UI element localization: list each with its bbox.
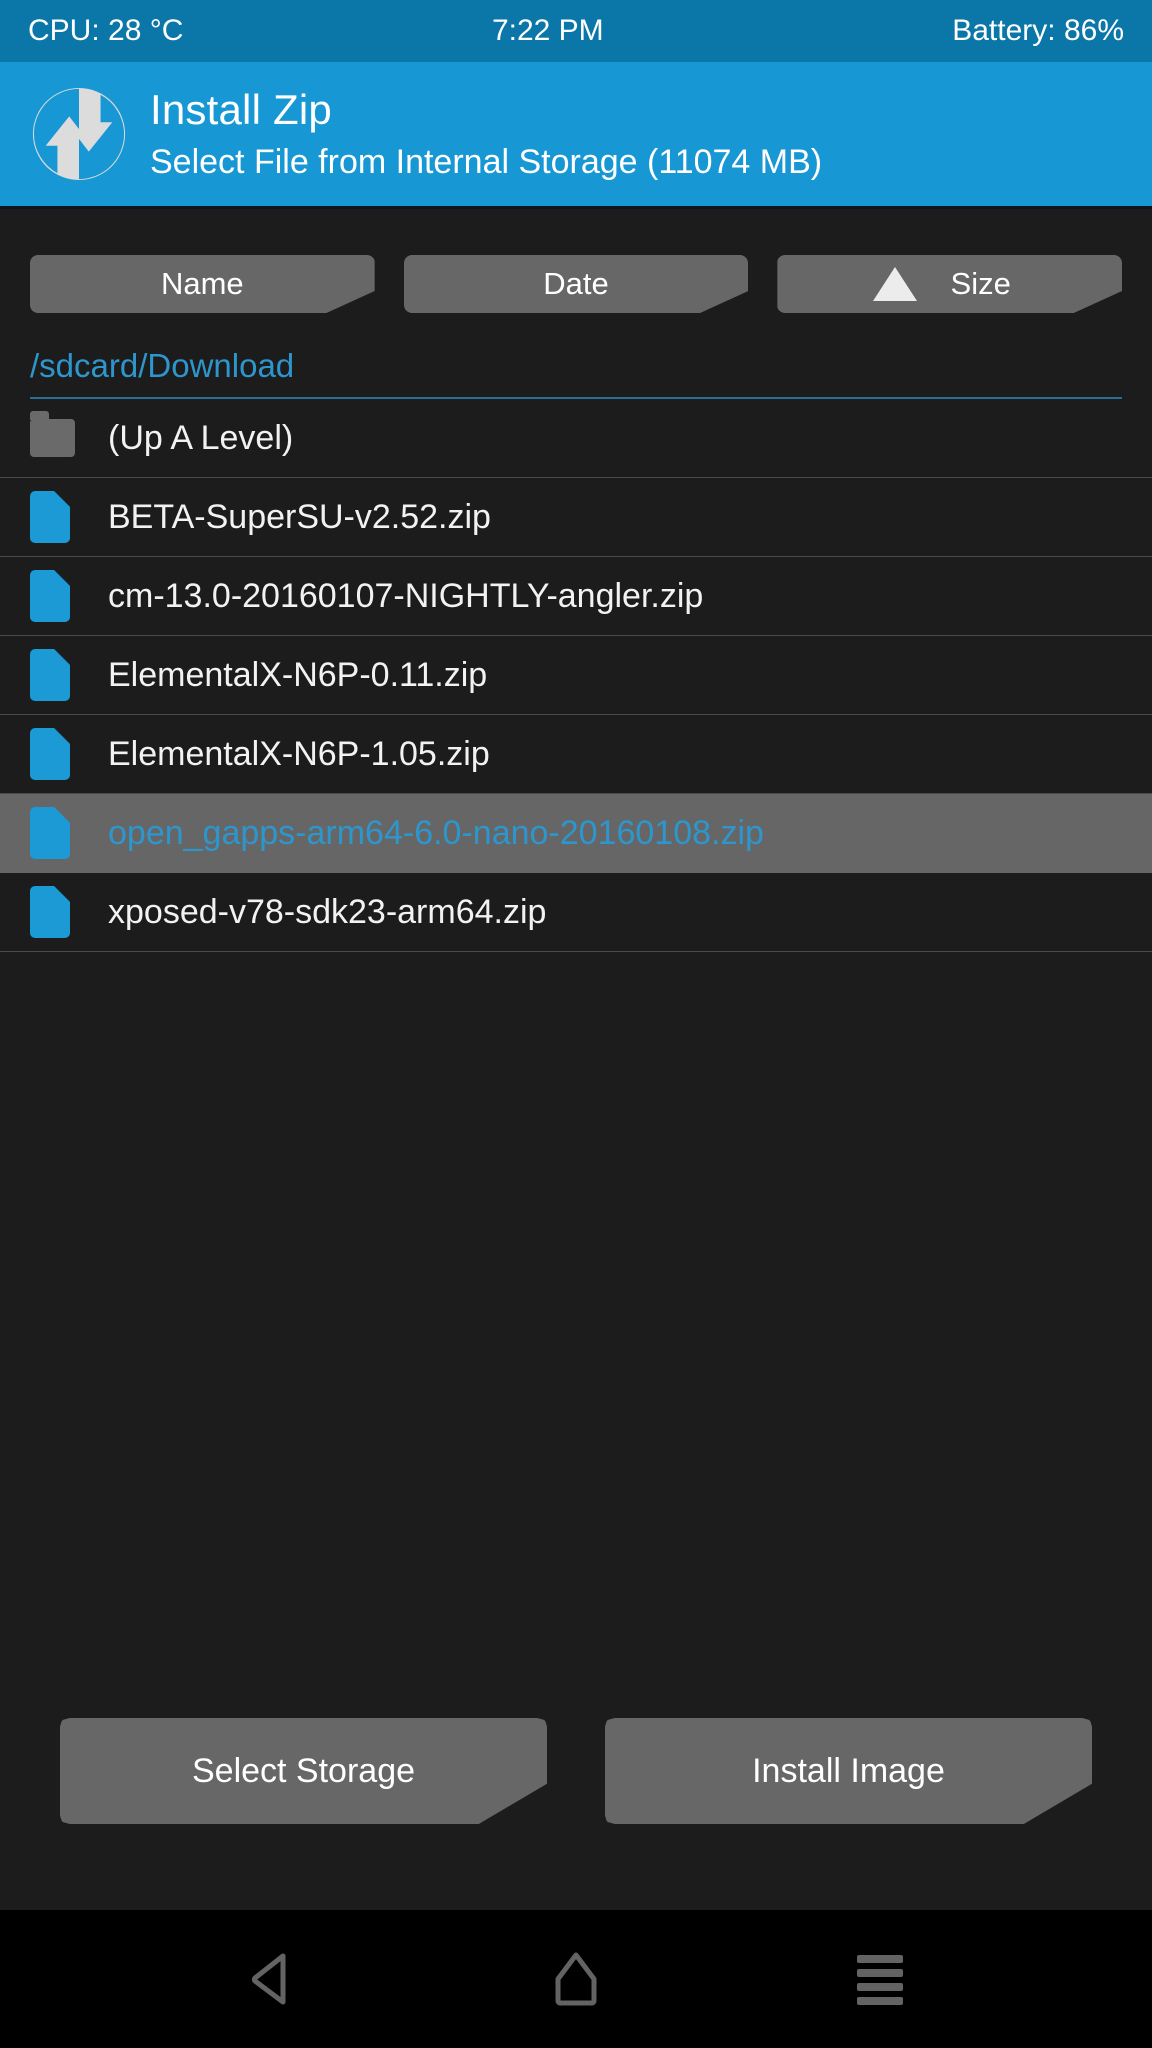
sort-ascending-triangle-icon [872, 267, 917, 301]
file-icon [30, 727, 76, 781]
file-name-label: BETA-SuperSU-v2.52.zip [108, 497, 491, 536]
file-icon [30, 885, 76, 939]
menu-lines-icon[interactable] [820, 1919, 940, 2039]
file-icon [30, 806, 76, 860]
select-storage-label: Select Storage [191, 1751, 416, 1790]
file-icon [30, 648, 76, 702]
file-name-label: (Up A Level) [108, 418, 294, 457]
page-title: Install Zip [150, 86, 332, 133]
file-list-item[interactable]: ElementalX-N6P-0.11.zip [0, 636, 1152, 715]
file-name-label: ElementalX-N6P-1.05.zip [108, 734, 490, 773]
file-list-item[interactable]: BETA-SuperSU-v2.52.zip [0, 478, 1152, 557]
file-icon-glyph [30, 570, 70, 622]
file-list-item[interactable]: xposed-v78-sdk23-arm64.zip [0, 873, 1152, 952]
file-icon-glyph [30, 886, 70, 938]
current-path-breadcrumb: /sdcard/Download [30, 347, 295, 384]
status-bar: CPU: 28 °C 7:22 PM Battery: 86% [0, 0, 1152, 62]
folder-icon [30, 411, 76, 465]
battery-level: Battery: 86% [952, 14, 1124, 47]
select-storage-button[interactable]: Select Storage [60, 1718, 547, 1824]
sort-name-label: Name [160, 266, 244, 301]
back-triangle-icon[interactable] [212, 1919, 332, 2039]
twrp-logo-icon [30, 85, 128, 183]
home-icon[interactable] [516, 1919, 636, 2039]
file-name-label: xposed-v78-sdk23-arm64.zip [108, 892, 547, 931]
file-icon-glyph [30, 649, 70, 701]
cpu-temperature: CPU: 28 °C [28, 14, 184, 47]
install-image-button[interactable]: Install Image [605, 1718, 1092, 1824]
sort-by-size-button[interactable]: Size [777, 255, 1123, 313]
sort-size-label: Size [950, 266, 1011, 301]
file-icon-glyph [30, 728, 70, 780]
sort-date-label: Date [543, 266, 609, 301]
file-name-label: open_gapps-arm64-6.0-nano-20160108.zip [108, 813, 764, 852]
file-list-item[interactable]: ElementalX-N6P-1.05.zip [0, 715, 1152, 794]
app-header: Install Zip Select File from Internal St… [0, 62, 1152, 209]
install-image-label: Install Image [752, 1751, 945, 1790]
clock: 7:22 PM [491, 14, 604, 47]
sort-button-row: Name Date Size [0, 209, 1152, 313]
sort-by-date-button[interactable]: Date [403, 255, 749, 313]
file-list-item[interactable]: cm-13.0-20160107-NIGHTLY-angler.zip [0, 557, 1152, 636]
file-name-label: ElementalX-N6P-0.11.zip [108, 655, 488, 694]
file-list-item[interactable]: (Up A Level) [0, 399, 1152, 478]
page-subtitle: Select File from Internal Storage (11074… [150, 143, 823, 181]
file-list[interactable]: (Up A Level) BETA-SuperSU-v2.52.zip cm-13.… [0, 399, 1152, 1718]
sort-by-name-button[interactable]: Name [30, 255, 375, 313]
file-icon-glyph [30, 491, 70, 543]
content-area: Name Date Size /sdcard/Download (Up A Le… [0, 209, 1152, 1910]
file-icon-glyph [30, 807, 70, 859]
file-icon [30, 490, 76, 544]
action-button-row: Select Storage Install Image [0, 1718, 1152, 1910]
android-navigation-bar [0, 1910, 1152, 2048]
file-icon [30, 569, 76, 623]
header-text-block: Install Zip Select File from Internal St… [150, 86, 823, 181]
file-list-item[interactable]: open_gapps-arm64-6.0-nano-20160108.zip [0, 794, 1152, 873]
folder-icon-glyph [30, 411, 75, 457]
file-name-label: cm-13.0-20160107-NIGHTLY-angler.zip [108, 576, 704, 615]
twrp-recovery-screen: CPU: 28 °C 7:22 PM Battery: 86% Install … [0, 0, 1152, 2048]
